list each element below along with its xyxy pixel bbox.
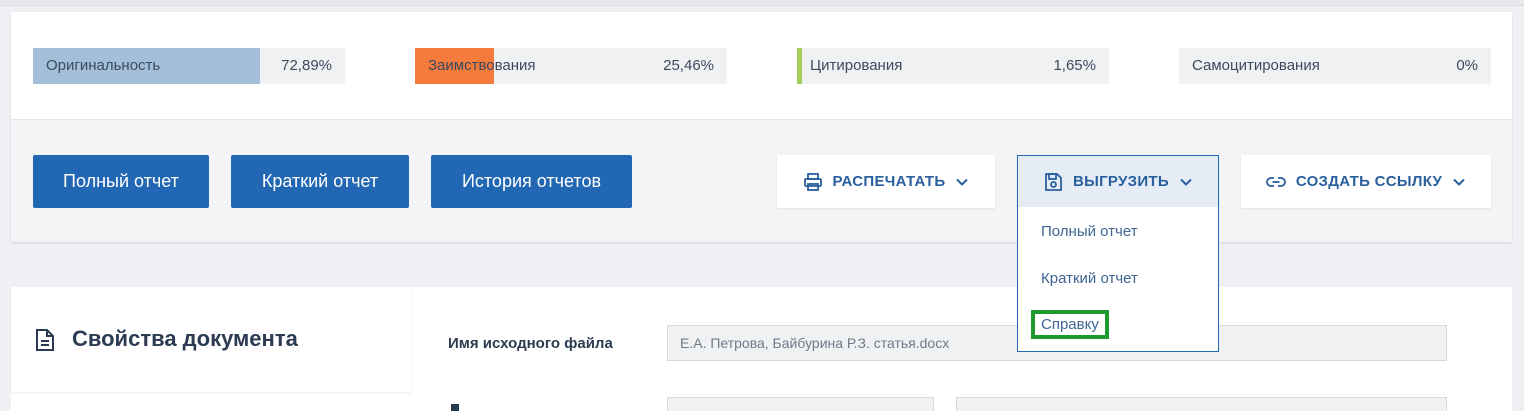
chevron-down-icon bbox=[1452, 175, 1466, 189]
stats-row: Оригинальность 72,89% Заимствования 25,4… bbox=[11, 12, 1512, 120]
citations-bar bbox=[797, 48, 803, 84]
short-report-button[interactable]: Краткий отчет bbox=[231, 155, 409, 208]
top-border bbox=[0, 0, 1524, 6]
stat-self-citations: Самоцитирования 0% bbox=[1179, 48, 1491, 84]
stat-originality: Оригинальность 72,89% bbox=[33, 48, 345, 84]
stat-label: Заимствования bbox=[428, 57, 536, 74]
export-dropdown-menu: Полный отчет Краткий отчет Справку bbox=[1017, 207, 1219, 352]
print-label: РАСПЕЧАТАТЬ bbox=[832, 173, 946, 190]
stat-value: 72,89% bbox=[281, 57, 332, 74]
create-link-label: СОЗДАТЬ ССЫЛКУ bbox=[1295, 173, 1443, 190]
stat-label: Цитирования bbox=[810, 57, 903, 74]
stat-label: Самоцитирования bbox=[1192, 57, 1320, 74]
next-field-label-fragment bbox=[451, 404, 459, 411]
print-button[interactable]: РАСПЕЧАТАТЬ bbox=[777, 155, 995, 208]
export-button[interactable]: ВЫГРУЗИТЬ bbox=[1017, 155, 1219, 208]
create-link-button[interactable]: СОЗДАТЬ ССЫЛКУ bbox=[1241, 155, 1491, 208]
chevron-down-icon bbox=[955, 175, 969, 189]
menu-item-full-report[interactable]: Полный отчет bbox=[1041, 223, 1138, 240]
report-summary-card: Оригинальность 72,89% Заимствования 25,4… bbox=[11, 12, 1512, 242]
export-label: ВЫГРУЗИТЬ bbox=[1073, 173, 1169, 190]
full-report-button[interactable]: Полный отчет bbox=[33, 155, 209, 208]
next-field-input[interactable] bbox=[667, 397, 934, 411]
stat-borrowings: Заимствования 25,46% bbox=[415, 48, 727, 84]
stat-label: Оригинальность bbox=[46, 57, 161, 74]
link-icon bbox=[1265, 172, 1286, 192]
printer-icon bbox=[803, 172, 823, 192]
stat-value: 1,65% bbox=[1053, 57, 1096, 74]
menu-item-short-report[interactable]: Краткий отчет bbox=[1041, 270, 1138, 287]
document-properties-card: Свойства документа Имя исходного файла Е… bbox=[11, 287, 1512, 411]
stat-citations: Цитирования 1,65% bbox=[797, 48, 1109, 84]
next-field-input-2[interactable] bbox=[956, 397, 1447, 411]
report-history-button[interactable]: История отчетов bbox=[431, 155, 632, 208]
properties-title: Свойства документа bbox=[72, 326, 298, 351]
document-icon bbox=[35, 328, 55, 357]
stat-value: 0% bbox=[1456, 57, 1478, 74]
menu-item-certificate[interactable]: Справку bbox=[1031, 310, 1109, 339]
source-file-label: Имя исходного файла bbox=[448, 335, 613, 352]
properties-sidebar: Свойства документа bbox=[11, 287, 411, 392]
stat-value: 25,46% bbox=[663, 57, 714, 74]
save-icon bbox=[1043, 172, 1063, 192]
chevron-down-icon bbox=[1179, 175, 1193, 189]
